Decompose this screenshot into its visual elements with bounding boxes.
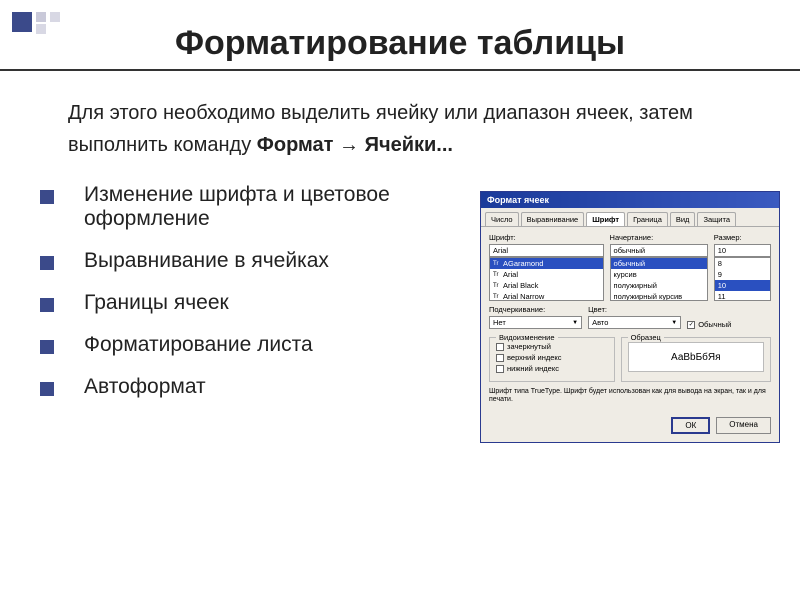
- checkbox-icon: [496, 343, 504, 351]
- tab-alignment[interactable]: Выравнивание: [521, 212, 585, 226]
- list-item: Выравнивание в ячейках: [40, 249, 480, 273]
- normal-font-checkbox[interactable]: ✓Обычный: [687, 320, 731, 329]
- format-cells-dialog: Формат ячеек Число Выравнивание Шрифт Гр…: [480, 191, 780, 443]
- effects-legend: Видоизменение: [496, 333, 558, 342]
- slide-decoration: [12, 12, 72, 34]
- list-item: Границы ячеек: [40, 291, 480, 315]
- size-label: Размер:: [714, 233, 771, 242]
- title-underline: [0, 69, 800, 71]
- dialog-footer: ОК Отмена: [481, 411, 779, 442]
- bullet-icon: [40, 382, 54, 396]
- list-item-label: Изменение шрифта и цветовое оформление: [84, 183, 480, 231]
- chevron-down-icon: ▼: [671, 320, 677, 326]
- color-select[interactable]: Авто ▼: [588, 316, 681, 329]
- underline-value: Нет: [493, 318, 506, 327]
- list-item-label: Выравнивание в ячейках: [84, 249, 480, 273]
- checkbox-label: верхний индекс: [507, 353, 562, 362]
- truetype-icon: Tr: [493, 261, 501, 267]
- underline-label: Подчеркивание:: [489, 305, 582, 314]
- bullet-icon: [40, 256, 54, 270]
- list-item-label: Автоформат: [84, 375, 480, 399]
- color-value: Авто: [592, 318, 608, 327]
- style-label: Начертание:: [610, 233, 708, 242]
- font-label: Шрифт:: [489, 233, 604, 242]
- checkbox-icon: ✓: [687, 321, 695, 329]
- tab-view[interactable]: Вид: [670, 212, 696, 226]
- intro-text: Для этого необходимо выделить ячейку или…: [0, 97, 800, 161]
- font-option[interactable]: Arial Black: [503, 281, 538, 290]
- checkbox-label: нижний индекс: [507, 364, 559, 373]
- style-option[interactable]: обычный: [611, 258, 707, 269]
- size-option[interactable]: 9: [715, 269, 770, 280]
- sample-preview: АаВbБбЯя: [628, 342, 764, 372]
- dialog-note: Шрифт типа TrueType. Шрифт будет использ…: [489, 388, 771, 405]
- font-option[interactable]: Arial: [503, 270, 518, 279]
- cancel-button[interactable]: Отмена: [716, 417, 771, 434]
- style-list[interactable]: обычный курсив полужирный полужирный кур…: [610, 257, 708, 301]
- tab-border[interactable]: Граница: [627, 212, 668, 226]
- bullet-icon: [40, 298, 54, 312]
- tab-font[interactable]: Шрифт: [586, 212, 625, 226]
- effects-group: Видоизменение зачеркнутый верхний индекс…: [489, 337, 615, 382]
- style-input[interactable]: обычный: [610, 244, 708, 257]
- size-list[interactable]: 8 9 10 11: [714, 257, 771, 301]
- size-option[interactable]: 11: [715, 291, 770, 301]
- size-input[interactable]: 10: [714, 244, 771, 257]
- dialog-body: Шрифт: Arial TrAGaramond TrArial TrArial…: [481, 227, 779, 411]
- checkbox-label: зачеркнутый: [507, 342, 551, 351]
- checkbox-icon: [496, 354, 504, 362]
- font-input[interactable]: Arial: [489, 244, 604, 257]
- sample-legend: Образец: [628, 333, 664, 342]
- intro-command: Формат → Ячейки...: [257, 134, 453, 156]
- style-option[interactable]: полужирный: [611, 280, 707, 291]
- checkbox-label: Обычный: [698, 320, 731, 329]
- size-option[interactable]: 8: [715, 258, 770, 269]
- chevron-down-icon: ▼: [572, 320, 578, 326]
- superscript-checkbox[interactable]: верхний индекс: [496, 353, 608, 362]
- sample-group: Образец АаВbБбЯя: [621, 337, 771, 382]
- color-label: Цвет:: [588, 305, 681, 314]
- list-item-label: Форматирование листа: [84, 333, 480, 357]
- truetype-icon: Tr: [493, 294, 501, 300]
- ok-button[interactable]: ОК: [671, 417, 710, 434]
- style-option[interactable]: курсив: [611, 269, 707, 280]
- font-list[interactable]: TrAGaramond TrArial TrArial Black TrAria…: [489, 257, 604, 301]
- tab-number[interactable]: Число: [485, 212, 519, 226]
- dialog-tabs: Число Выравнивание Шрифт Граница Вид Защ…: [481, 208, 779, 227]
- tab-protection[interactable]: Защита: [697, 212, 736, 226]
- list-item: Форматирование листа: [40, 333, 480, 357]
- font-option[interactable]: AGaramond: [503, 259, 543, 268]
- font-option[interactable]: Arial Narrow: [503, 292, 544, 301]
- list-item: Изменение шрифта и цветовое оформление: [40, 183, 480, 231]
- truetype-icon: Tr: [493, 283, 501, 289]
- bullet-icon: [40, 340, 54, 354]
- dialog-title: Формат ячеек: [481, 192, 779, 208]
- truetype-icon: Tr: [493, 272, 501, 278]
- style-option[interactable]: полужирный курсив: [611, 291, 707, 301]
- bullet-list: Изменение шрифта и цветовое оформление В…: [40, 183, 480, 417]
- strikethrough-checkbox[interactable]: зачеркнутый: [496, 342, 608, 351]
- bullet-icon: [40, 190, 54, 204]
- list-item-label: Границы ячеек: [84, 291, 480, 315]
- subscript-checkbox[interactable]: нижний индекс: [496, 364, 608, 373]
- checkbox-icon: [496, 365, 504, 373]
- list-item: Автоформат: [40, 375, 480, 399]
- underline-select[interactable]: Нет ▼: [489, 316, 582, 329]
- size-option[interactable]: 10: [715, 280, 770, 291]
- slide-title: Форматирование таблицы: [0, 0, 800, 69]
